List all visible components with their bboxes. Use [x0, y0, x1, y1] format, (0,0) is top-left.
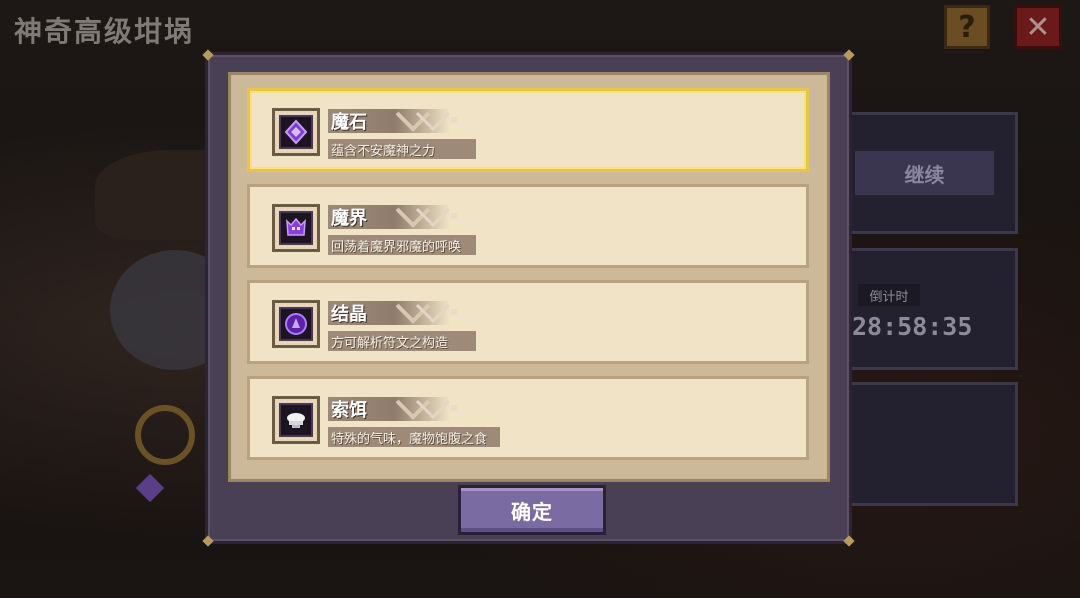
ribbon-ornament-icon [395, 111, 462, 132]
background-gem [135, 473, 165, 503]
frame-corner [202, 49, 214, 61]
side-panel-bottom [848, 382, 1018, 506]
close-button[interactable]: ✕ [1014, 5, 1062, 49]
ribbon-ornament-icon [395, 303, 462, 324]
item-row-bait[interactable]: 索饵 特殊的气味，魔物饱腹之食 [247, 376, 809, 460]
item-description: 特殊的气味，魔物饱腹之食 [331, 432, 488, 447]
magic-stone-icon [279, 115, 313, 149]
countdown-label: 倒计时 [858, 284, 920, 306]
item-row-crystal[interactable]: 结晶 方可解析符文之构造 [247, 280, 809, 364]
background-ring [135, 405, 195, 465]
item-icon-frame [272, 300, 320, 348]
item-description: 方可解析符文之构造 [331, 336, 449, 351]
ribbon-ornament-icon [395, 207, 462, 228]
item-icon-frame [272, 396, 320, 444]
countdown-value: 28:58:35 [852, 312, 973, 341]
demon-realm-icon [279, 211, 313, 245]
item-name: 结晶 [331, 304, 367, 325]
help-button[interactable]: ? [944, 5, 990, 49]
item-description: 蕴含不安魔神之力 [331, 144, 436, 159]
confirm-button[interactable]: 确定 [458, 485, 606, 535]
item-name: 魔石 [331, 112, 367, 133]
item-row-demon-realm[interactable]: 魔界 回荡着魔界邪魔的呼唤 [247, 184, 809, 268]
item-select-modal: 魔石 蕴含不安魔神之力 魔界 回荡着魔界邪魔的呼唤 结晶 方可解析符文之构造 索… [202, 49, 855, 547]
continue-button[interactable]: 继续 [852, 148, 997, 198]
screen-title: 神奇高级坩埚 [14, 15, 195, 48]
item-list-panel: 魔石 蕴含不安魔神之力 魔界 回荡着魔界邪魔的呼唤 结晶 方可解析符文之构造 索… [228, 72, 830, 482]
item-icon-frame [272, 108, 320, 156]
item-name: 索饵 [331, 400, 367, 421]
item-icon-frame [272, 204, 320, 252]
item-description: 回荡着魔界邪魔的呼唤 [331, 240, 462, 255]
side-panel-middle [848, 248, 1018, 370]
item-name: 魔界 [331, 208, 367, 229]
item-row-magic-stone[interactable]: 魔石 蕴含不安魔神之力 [247, 88, 809, 172]
crystal-icon [279, 307, 313, 341]
bait-icon [279, 403, 313, 437]
ribbon-ornament-icon [395, 399, 462, 420]
